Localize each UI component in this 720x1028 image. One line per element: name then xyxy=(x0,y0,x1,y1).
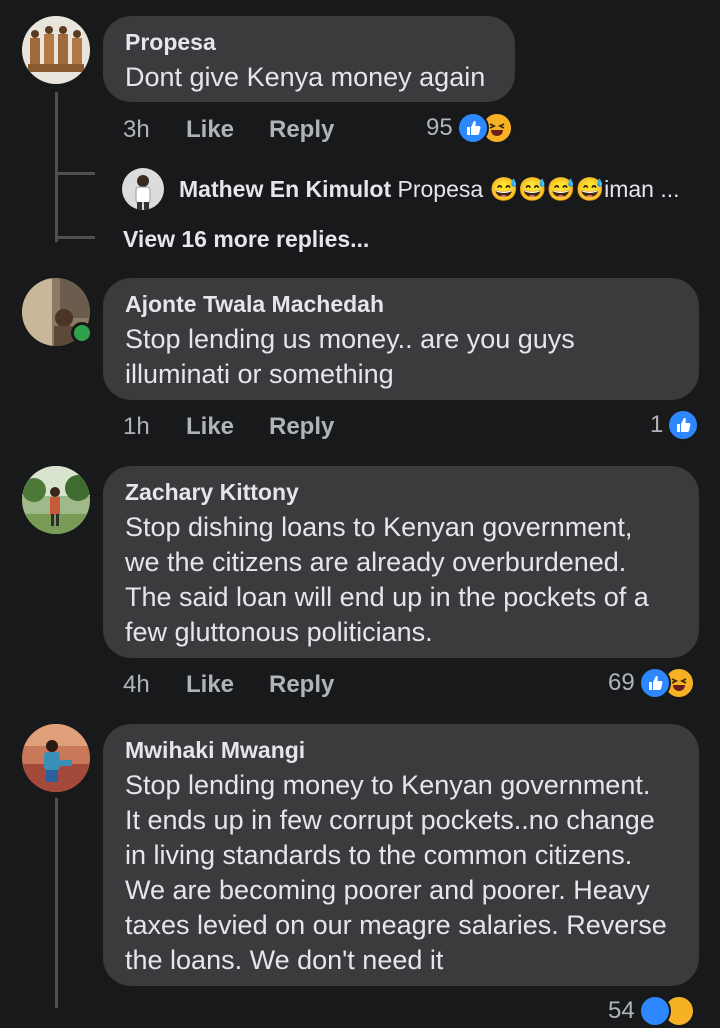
comment-text-line: the loans. We don't need it xyxy=(125,945,444,975)
comment-time[interactable]: 4h xyxy=(123,671,150,699)
comment-time[interactable]: 3h xyxy=(123,116,150,144)
comment-bubble: Ajonte Twala Machedah Stop lending us mo… xyxy=(103,278,699,400)
like-reaction-icon xyxy=(638,995,671,1027)
reaction-count: 69 xyxy=(608,669,635,696)
reply-button[interactable]: Reply xyxy=(269,116,334,144)
thread-connector xyxy=(55,172,95,175)
avatar[interactable] xyxy=(22,724,90,792)
like-reaction-icon xyxy=(456,112,489,144)
thread-connector xyxy=(55,236,95,239)
comment-bubble: Propesa Dont give Kenya money again xyxy=(103,16,515,102)
like-button[interactable]: Like xyxy=(186,671,234,699)
comment-author[interactable]: Mwihaki Mwangi xyxy=(125,737,677,763)
online-status-icon xyxy=(71,322,93,344)
reaction-summary[interactable]: 95 xyxy=(426,111,513,145)
comment-text-line: taxes levied on our meagre salaries. Rev… xyxy=(125,910,667,940)
reaction-count: 95 xyxy=(426,114,453,141)
reply-author[interactable]: Mathew En Kimulot xyxy=(179,176,391,202)
comment-author[interactable]: Propesa xyxy=(125,29,493,55)
comment-text-line: It ends up in few corrupt pockets..no ch… xyxy=(125,805,655,835)
view-more-replies[interactable]: View 16 more replies... xyxy=(123,226,369,253)
comment-text-line: we the citizens are already overburdened… xyxy=(125,547,627,577)
like-button[interactable]: Like xyxy=(186,413,234,441)
reaction-count: 54 xyxy=(608,997,635,1024)
reaction-summary[interactable]: 69 xyxy=(608,666,695,700)
comment-text: Stop lending us money.. are you guys ill… xyxy=(125,322,677,392)
comment-text-line: We are becoming poorer and poorer. Heavy xyxy=(125,875,650,905)
like-reaction-icon xyxy=(638,667,671,699)
comment-text-line: Stop dishing loans to Kenyan government, xyxy=(125,512,633,542)
comment-author[interactable]: Ajonte Twala Machedah xyxy=(125,291,677,317)
comment-author[interactable]: Zachary Kittony xyxy=(125,479,677,505)
reply-text: Propesa 😅😅😅😅iman ... xyxy=(397,176,680,202)
avatar[interactable] xyxy=(22,466,90,534)
comment-text-line: The said loan will end up in the pockets… xyxy=(125,582,649,612)
avatar[interactable] xyxy=(22,16,90,84)
comment-time[interactable]: 1h xyxy=(123,413,150,441)
reaction-summary[interactable]: 54 xyxy=(608,994,695,1028)
comment-text-line: Stop lending us money.. are you guys xyxy=(125,324,575,354)
thread-connector xyxy=(55,92,58,242)
reply-button[interactable]: Reply xyxy=(269,413,334,441)
comment-text-line: in living standards to the common citize… xyxy=(125,840,633,870)
thread-connector xyxy=(55,798,58,1008)
comment-text-line: few gluttonous politicians. xyxy=(125,617,433,647)
comment-text-line: illuminati or something xyxy=(125,359,394,389)
comment-text: Stop dishing loans to Kenyan government,… xyxy=(125,510,677,650)
avatar[interactable] xyxy=(122,168,164,210)
comment-text-line: Stop lending money to Kenyan government. xyxy=(125,770,651,800)
comment-bubble: Zachary Kittony Stop dishing loans to Ke… xyxy=(103,466,699,658)
comment-text: Stop lending money to Kenyan government.… xyxy=(125,768,677,978)
comment-bubble: Mwihaki Mwangi Stop lending money to Ken… xyxy=(103,724,699,986)
reaction-count: 1 xyxy=(650,411,664,438)
like-reaction-icon xyxy=(667,409,700,441)
comment-text: Dont give Kenya money again xyxy=(125,62,486,92)
reply-preview[interactable]: Mathew En Kimulot Propesa 😅😅😅😅iman ... xyxy=(179,176,680,203)
reply-button[interactable]: Reply xyxy=(269,671,334,699)
like-button[interactable]: Like xyxy=(186,116,234,144)
reaction-summary[interactable]: 1 xyxy=(650,408,700,442)
